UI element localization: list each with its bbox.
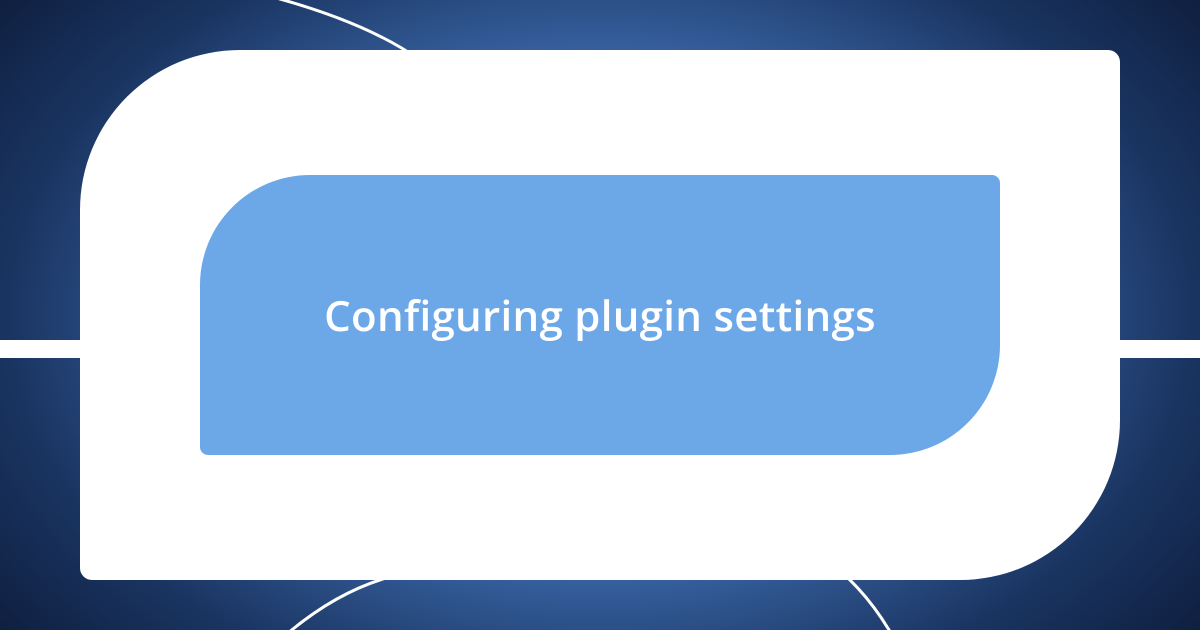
inner-blue-panel: Configuring plugin settings [200,175,1000,455]
banner-title: Configuring plugin settings [324,287,876,344]
